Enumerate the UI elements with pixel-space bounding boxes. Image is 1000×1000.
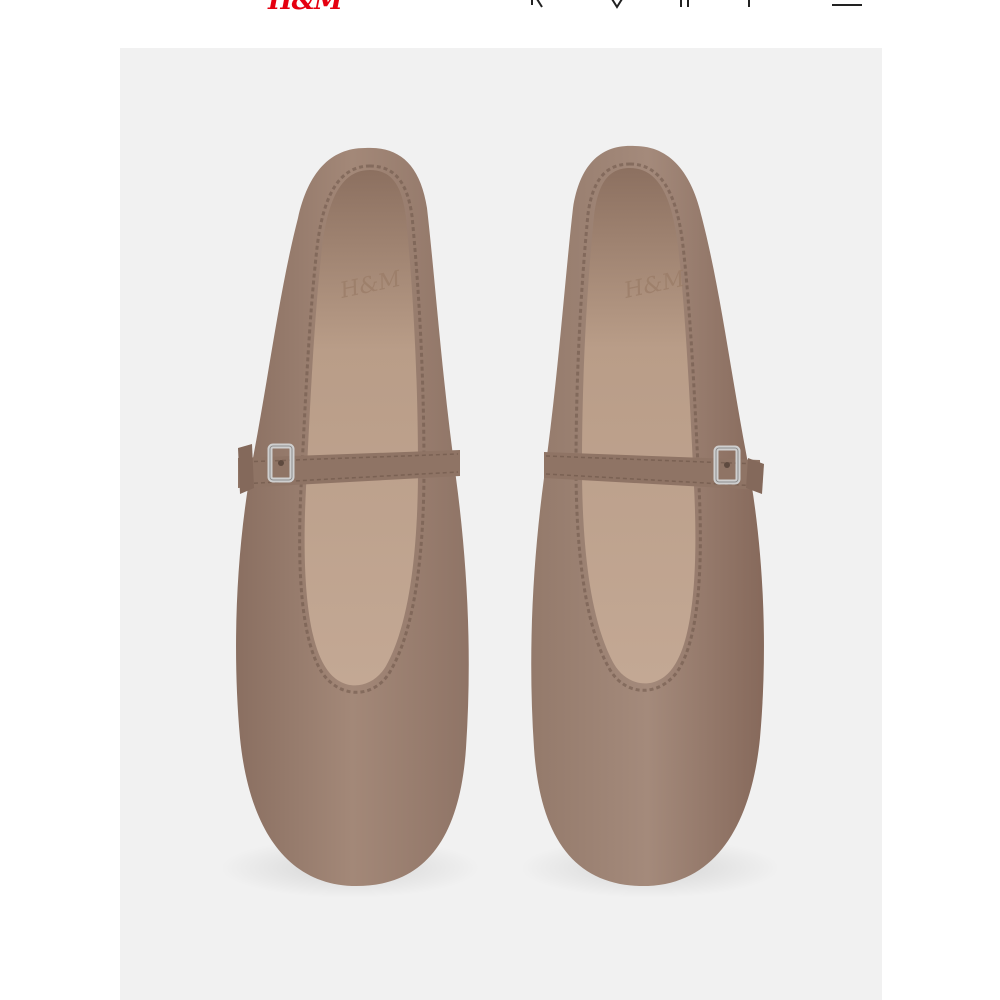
top-header: H&M (120, 0, 882, 48)
bag-icon[interactable] (832, 0, 862, 6)
favorites-icon[interactable] (610, 0, 624, 9)
product-photo: H&M H&M (220, 145, 780, 898)
product-page: H&M H&M H&M (0, 0, 1000, 1000)
right-shoe: H&M (531, 145, 764, 887)
left-shoe: H&M (236, 147, 469, 887)
brand-logo[interactable]: H&M (268, 0, 343, 14)
product-image-panel[interactable]: H&M H&M (120, 48, 882, 1000)
cart-icon[interactable] (744, 0, 752, 7)
account-icon[interactable] (678, 0, 690, 7)
search-icon[interactable] (530, 0, 543, 8)
